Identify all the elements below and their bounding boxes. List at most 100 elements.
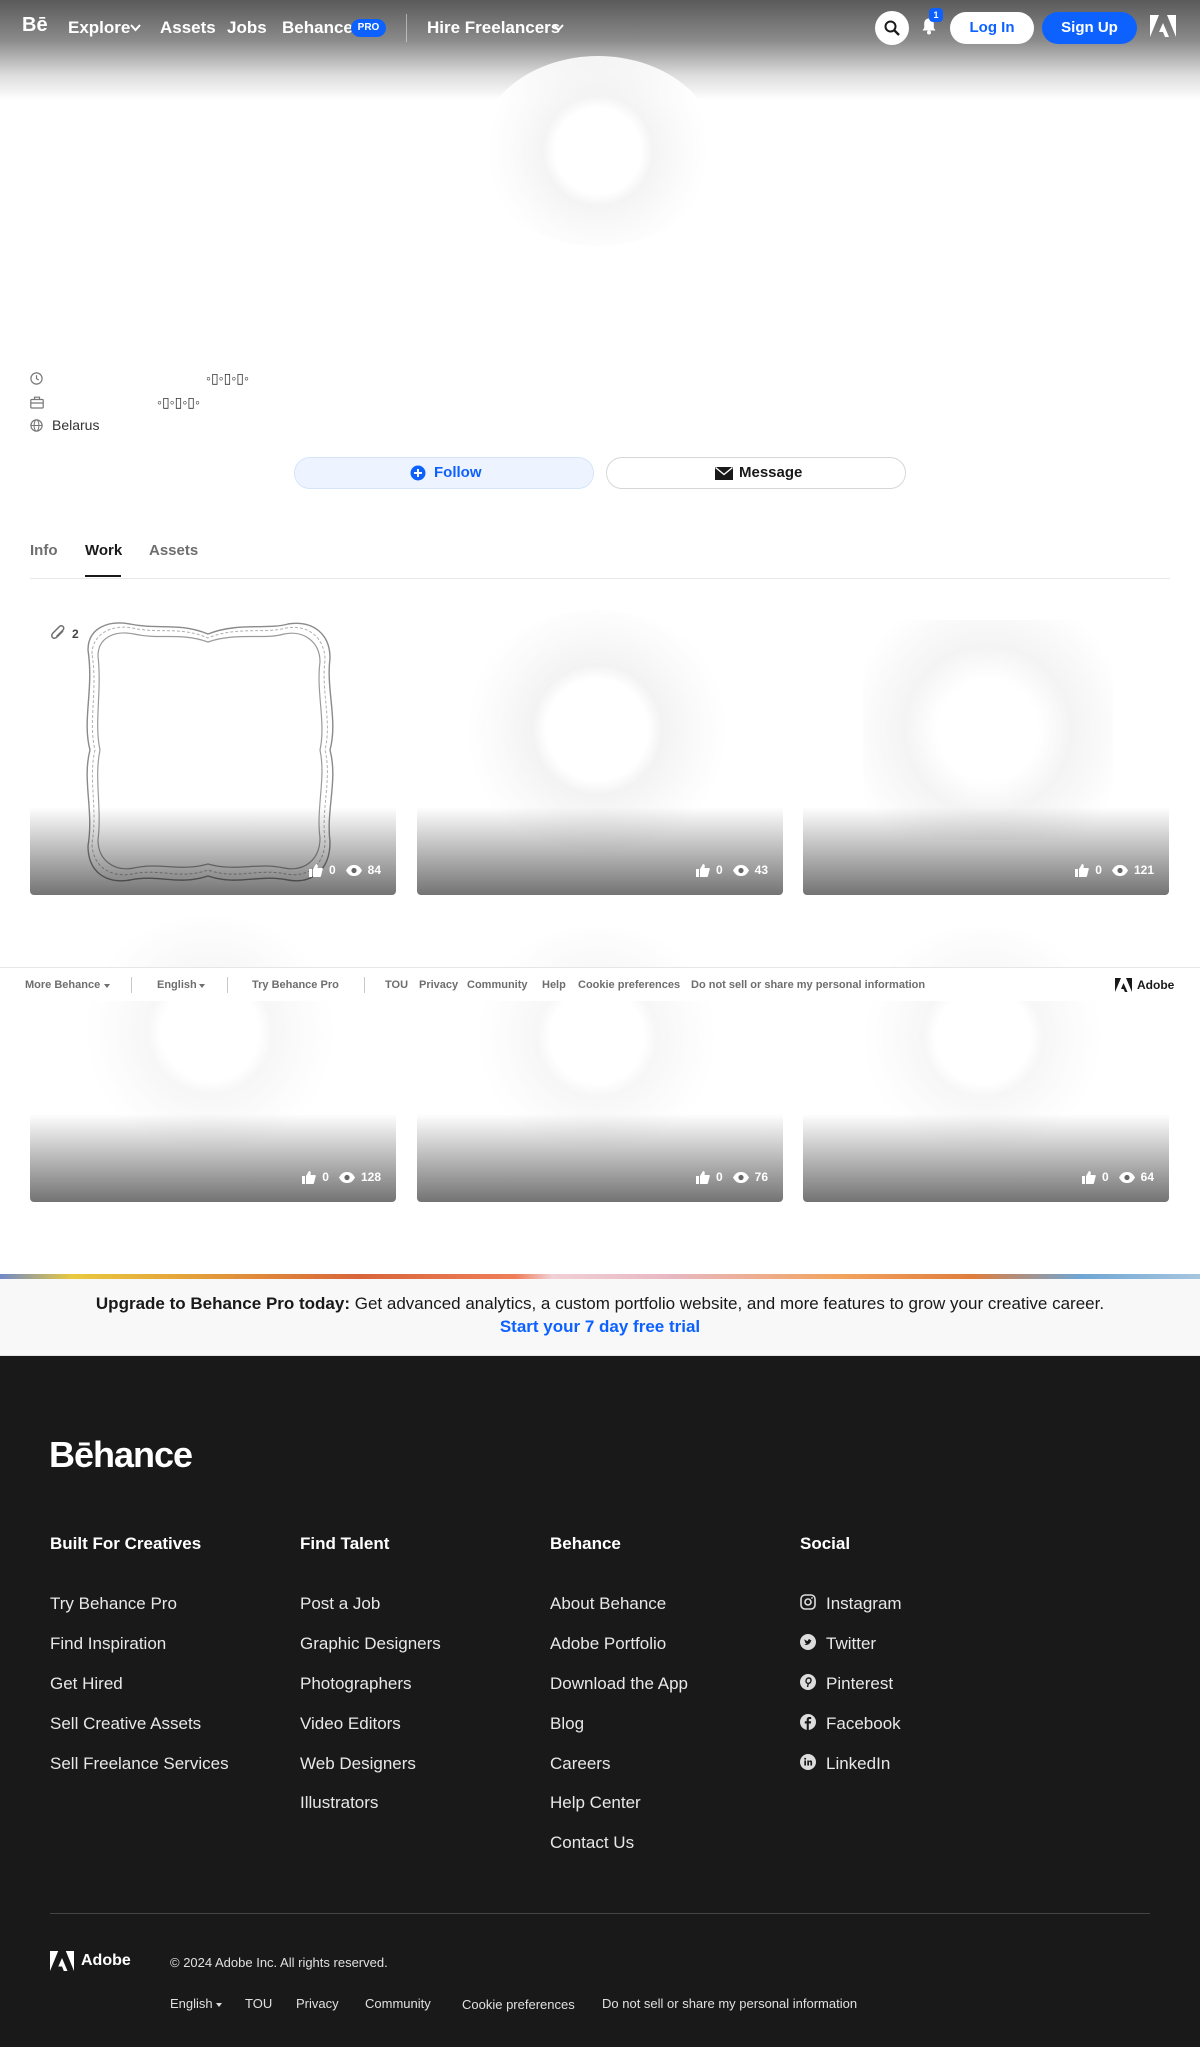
footer-link[interactable]: Photographers bbox=[300, 1673, 412, 1695]
footer-bottom-link[interactable]: Cookie preferences bbox=[462, 1997, 575, 2013]
facebook-icon bbox=[800, 1714, 816, 1730]
footer-link-tou[interactable]: TOU bbox=[385, 979, 408, 992]
footer-language-selector[interactable]: English bbox=[170, 1996, 213, 2012]
footer-link-facebook[interactable]: Facebook bbox=[826, 1713, 901, 1735]
globe-icon bbox=[30, 419, 43, 432]
nav-hire-freelancers[interactable]: Hire Freelancers bbox=[427, 17, 560, 39]
footer-link[interactable]: Help Center bbox=[550, 1792, 641, 1814]
footer-link[interactable]: Sell Freelance Services bbox=[50, 1753, 229, 1775]
footer-bottom-link[interactable]: Do not sell or share my personal informa… bbox=[602, 1996, 857, 2012]
footer-bottom-link[interactable]: TOU bbox=[245, 1996, 272, 2012]
nav-assets[interactable]: Assets bbox=[160, 17, 216, 39]
project-card[interactable]: 2 0 84 bbox=[30, 610, 396, 895]
adobe-label[interactable]: Adobe bbox=[1137, 979, 1174, 992]
divider bbox=[227, 977, 228, 993]
search-button[interactable] bbox=[875, 11, 909, 45]
footer-link-community[interactable]: Community bbox=[467, 979, 528, 992]
like-count: 0 bbox=[715, 1170, 723, 1184]
thumbs-up-icon bbox=[302, 1170, 317, 1184]
footer-link[interactable]: Blog bbox=[550, 1713, 584, 1735]
envelope-icon bbox=[715, 467, 733, 480]
card-overlay bbox=[30, 1114, 396, 1202]
footer-link[interactable]: Web Designers bbox=[300, 1753, 416, 1775]
card-stats: 0 43 bbox=[695, 863, 768, 877]
tab-work[interactable]: Work bbox=[85, 540, 122, 562]
footer-link[interactable]: Contact Us bbox=[550, 1832, 634, 1854]
login-button[interactable]: Log In bbox=[950, 12, 1034, 44]
twitter-icon bbox=[800, 1634, 816, 1650]
footer-behance-logo[interactable]: Bēhance bbox=[49, 1435, 193, 1475]
project-card[interactable]: 0 128 bbox=[30, 917, 396, 1202]
adobe-label[interactable]: Adobe bbox=[81, 1951, 131, 1971]
avatar bbox=[478, 56, 718, 246]
chevron-down-icon bbox=[130, 24, 141, 32]
more-behance-menu[interactable]: More Behance bbox=[25, 979, 100, 992]
footer-link[interactable]: Illustrators bbox=[300, 1792, 378, 1814]
free-trial-link[interactable]: Start your 7 day free trial bbox=[0, 1316, 1200, 1338]
signup-button[interactable]: Sign Up bbox=[1042, 12, 1137, 44]
footer-link-cookie[interactable]: Cookie preferences bbox=[578, 979, 680, 992]
footer-link[interactable]: Graphic Designers bbox=[300, 1633, 441, 1655]
footer-link[interactable]: Video Editors bbox=[300, 1713, 401, 1735]
thumbs-up-icon bbox=[1081, 1170, 1096, 1184]
project-card[interactable]: 0 43 bbox=[417, 610, 783, 895]
paperclip-icon bbox=[51, 625, 65, 639]
footer-link[interactable]: Careers bbox=[550, 1753, 610, 1775]
caret-down-icon bbox=[199, 984, 205, 988]
footer-link-privacy[interactable]: Privacy bbox=[419, 979, 458, 992]
nav-behance[interactable]: Behance bbox=[282, 17, 353, 39]
follow-label: Follow bbox=[434, 464, 482, 481]
project-thumbnail bbox=[80, 917, 340, 1147]
upgrade-text: Get advanced analytics, a custom portfol… bbox=[354, 1294, 1105, 1313]
nav-explore[interactable]: Explore bbox=[68, 17, 130, 39]
footer-link-instagram[interactable]: Instagram bbox=[826, 1593, 902, 1615]
like-count: 0 bbox=[715, 863, 723, 877]
footer-link[interactable]: Find Inspiration bbox=[50, 1633, 166, 1655]
footer-link-linkedin[interactable]: LinkedIn bbox=[826, 1753, 890, 1775]
footer-link-do-not-sell[interactable]: Do not sell or share my personal informa… bbox=[691, 979, 925, 992]
footer-bottom-link[interactable]: Community bbox=[365, 1996, 431, 2012]
card-stats: 0 84 bbox=[308, 863, 381, 877]
footer-col-title: Behance bbox=[550, 1534, 621, 1553]
card-overlay bbox=[803, 1114, 1169, 1202]
footer-link-help[interactable]: Help bbox=[542, 979, 566, 992]
project-card[interactable]: 0 76 bbox=[417, 917, 783, 1202]
project-card[interactable]: 0 121 bbox=[803, 610, 1169, 895]
divider bbox=[364, 977, 365, 993]
tabs-divider bbox=[30, 578, 1170, 579]
card-overlay bbox=[803, 807, 1169, 895]
message-button[interactable]: Message bbox=[606, 457, 906, 489]
footer-col-title: Social bbox=[800, 1534, 851, 1553]
footer-link[interactable]: Sell Creative Assets bbox=[50, 1713, 201, 1735]
tab-assets[interactable]: Assets bbox=[149, 540, 198, 562]
language-selector[interactable]: English bbox=[157, 979, 197, 992]
footer-link[interactable]: Adobe Portfolio bbox=[550, 1633, 666, 1655]
eye-icon bbox=[732, 864, 749, 876]
footer-link-pinterest[interactable]: Pinterest bbox=[826, 1673, 893, 1695]
site-footer: Bēhance Built For Creatives Try Behance … bbox=[0, 1356, 1200, 2047]
view-count: 84 bbox=[367, 863, 381, 877]
view-count: 121 bbox=[1133, 863, 1154, 877]
footer-link[interactable]: Post a Job bbox=[300, 1593, 380, 1615]
behance-logo[interactable]: Bē bbox=[22, 14, 48, 36]
footer-link[interactable]: Get Hired bbox=[50, 1673, 123, 1695]
tab-info[interactable]: Info bbox=[30, 540, 58, 562]
info-text: ◦▯◦▯◦▯◦ bbox=[157, 394, 200, 410]
card-stats: 0 64 bbox=[1081, 1170, 1154, 1184]
like-count: 0 bbox=[322, 1170, 329, 1184]
footer-link-twitter[interactable]: Twitter bbox=[826, 1633, 876, 1655]
footer-link[interactable]: Try Behance Pro bbox=[50, 1593, 177, 1615]
follow-button[interactable]: Follow bbox=[294, 457, 594, 489]
footer-link[interactable]: Download the App bbox=[550, 1673, 688, 1695]
footer-link[interactable]: About Behance bbox=[550, 1593, 666, 1615]
pinterest-icon bbox=[800, 1674, 816, 1690]
card-overlay bbox=[417, 1114, 783, 1202]
adobe-logo-icon[interactable] bbox=[1150, 15, 1176, 37]
try-pro-link[interactable]: Try Behance Pro bbox=[252, 979, 339, 992]
thumbs-up-icon bbox=[695, 1170, 710, 1184]
card-overlay bbox=[417, 807, 783, 895]
footer-col-title: Find Talent bbox=[300, 1534, 390, 1553]
project-card[interactable]: 0 64 bbox=[803, 917, 1169, 1202]
footer-bottom-link[interactable]: Privacy bbox=[296, 1996, 339, 2012]
nav-jobs[interactable]: Jobs bbox=[227, 17, 267, 39]
